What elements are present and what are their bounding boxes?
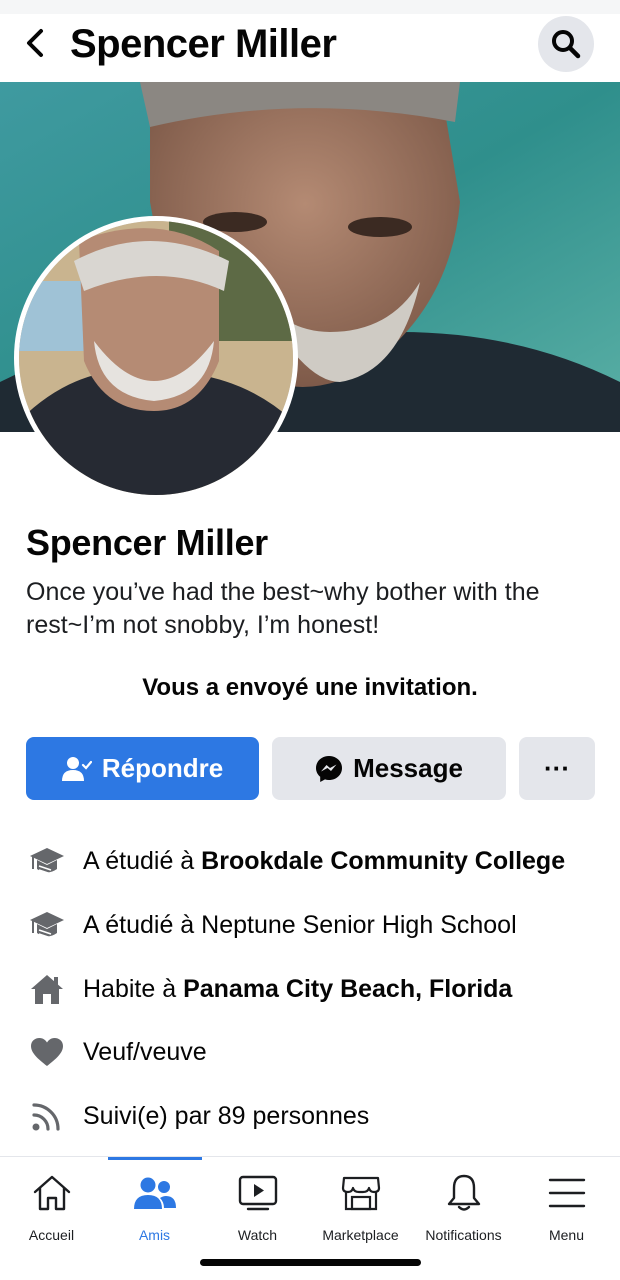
tab-notifications[interactable]: Notifications (412, 1171, 515, 1251)
profile-picture[interactable] (14, 216, 298, 500)
tab-watch[interactable]: Watch (206, 1171, 309, 1251)
house-icon (26, 969, 68, 1009)
watch-icon (238, 1171, 278, 1215)
chevron-left-icon (27, 29, 43, 57)
tab-menu-label: Menu (548, 1227, 585, 1243)
info-row-followers: Suivi(e) par 89 personnes (26, 1094, 616, 1138)
tab-amis-label: Amis (138, 1227, 171, 1243)
profile-header: Spencer Miller (0, 14, 620, 82)
profile-bio: Once you’ve had the best~why bother with… (26, 578, 540, 639)
tab-menu[interactable]: Menu (515, 1171, 618, 1251)
tab-notifications-label: Notifications (425, 1227, 502, 1243)
info-row-highschool: A étudié à Neptune Senior High School (26, 903, 616, 947)
menu-icon (547, 1171, 587, 1215)
friends-icon (133, 1171, 176, 1215)
status-bar-area (0, 0, 620, 14)
info-relationship-text: Veuf/veuve (83, 1037, 207, 1066)
back-button[interactable] (18, 26, 52, 60)
bell-icon (444, 1171, 484, 1215)
info-followers-text: Suivi(e) par 89 personnes (83, 1101, 370, 1130)
search-icon (552, 30, 581, 59)
profile-name: Spencer Miller (26, 522, 268, 563)
marketplace-icon (341, 1171, 381, 1215)
respond-button[interactable]: Répondre (26, 737, 259, 800)
info-highschool-text: A étudié à Neptune Senior High School (83, 910, 517, 939)
home-icon (32, 1171, 72, 1215)
info-row-college: A étudié à Brookdale Community College (26, 839, 616, 883)
info-row-relationship: Veuf/veuve (26, 1030, 616, 1074)
info-row-location: Habite à Panama City Beach, Florida (26, 967, 616, 1011)
tab-watch-label: Watch (237, 1227, 278, 1243)
tab-accueil[interactable]: Accueil (0, 1171, 103, 1251)
invite-status: Vous a envoyé une invitation. (142, 674, 478, 701)
messenger-icon (316, 755, 343, 782)
tab-marketplace[interactable]: Marketplace (309, 1171, 412, 1251)
graduation-cap-icon (26, 841, 68, 881)
heart-icon (26, 1032, 68, 1072)
info-location-prefix: Habite à (83, 974, 184, 1003)
message-button[interactable]: Message (272, 737, 506, 800)
more-icon: ··· (544, 753, 570, 783)
tab-amis[interactable]: Amis (103, 1171, 206, 1251)
tab-accueil-label: Accueil (28, 1227, 75, 1243)
rss-feed-icon (26, 1096, 68, 1136)
message-button-label: Message (353, 753, 463, 783)
graduation-cap-icon (26, 905, 68, 945)
friend-request-icon (61, 756, 92, 781)
info-college-name[interactable]: Brookdale Community College (201, 847, 565, 875)
header-title: Spencer Miller (70, 22, 337, 66)
info-college-prefix: A étudié à (83, 846, 202, 875)
info-location-name[interactable]: Panama City Beach, Florida (183, 975, 512, 1003)
more-options-button[interactable]: ··· (519, 737, 595, 800)
home-indicator[interactable] (200, 1259, 421, 1266)
search-button[interactable] (538, 16, 594, 72)
tab-marketplace-label: Marketplace (322, 1227, 399, 1243)
active-tab-indicator (108, 1157, 202, 1160)
respond-button-label: Répondre (101, 753, 224, 783)
